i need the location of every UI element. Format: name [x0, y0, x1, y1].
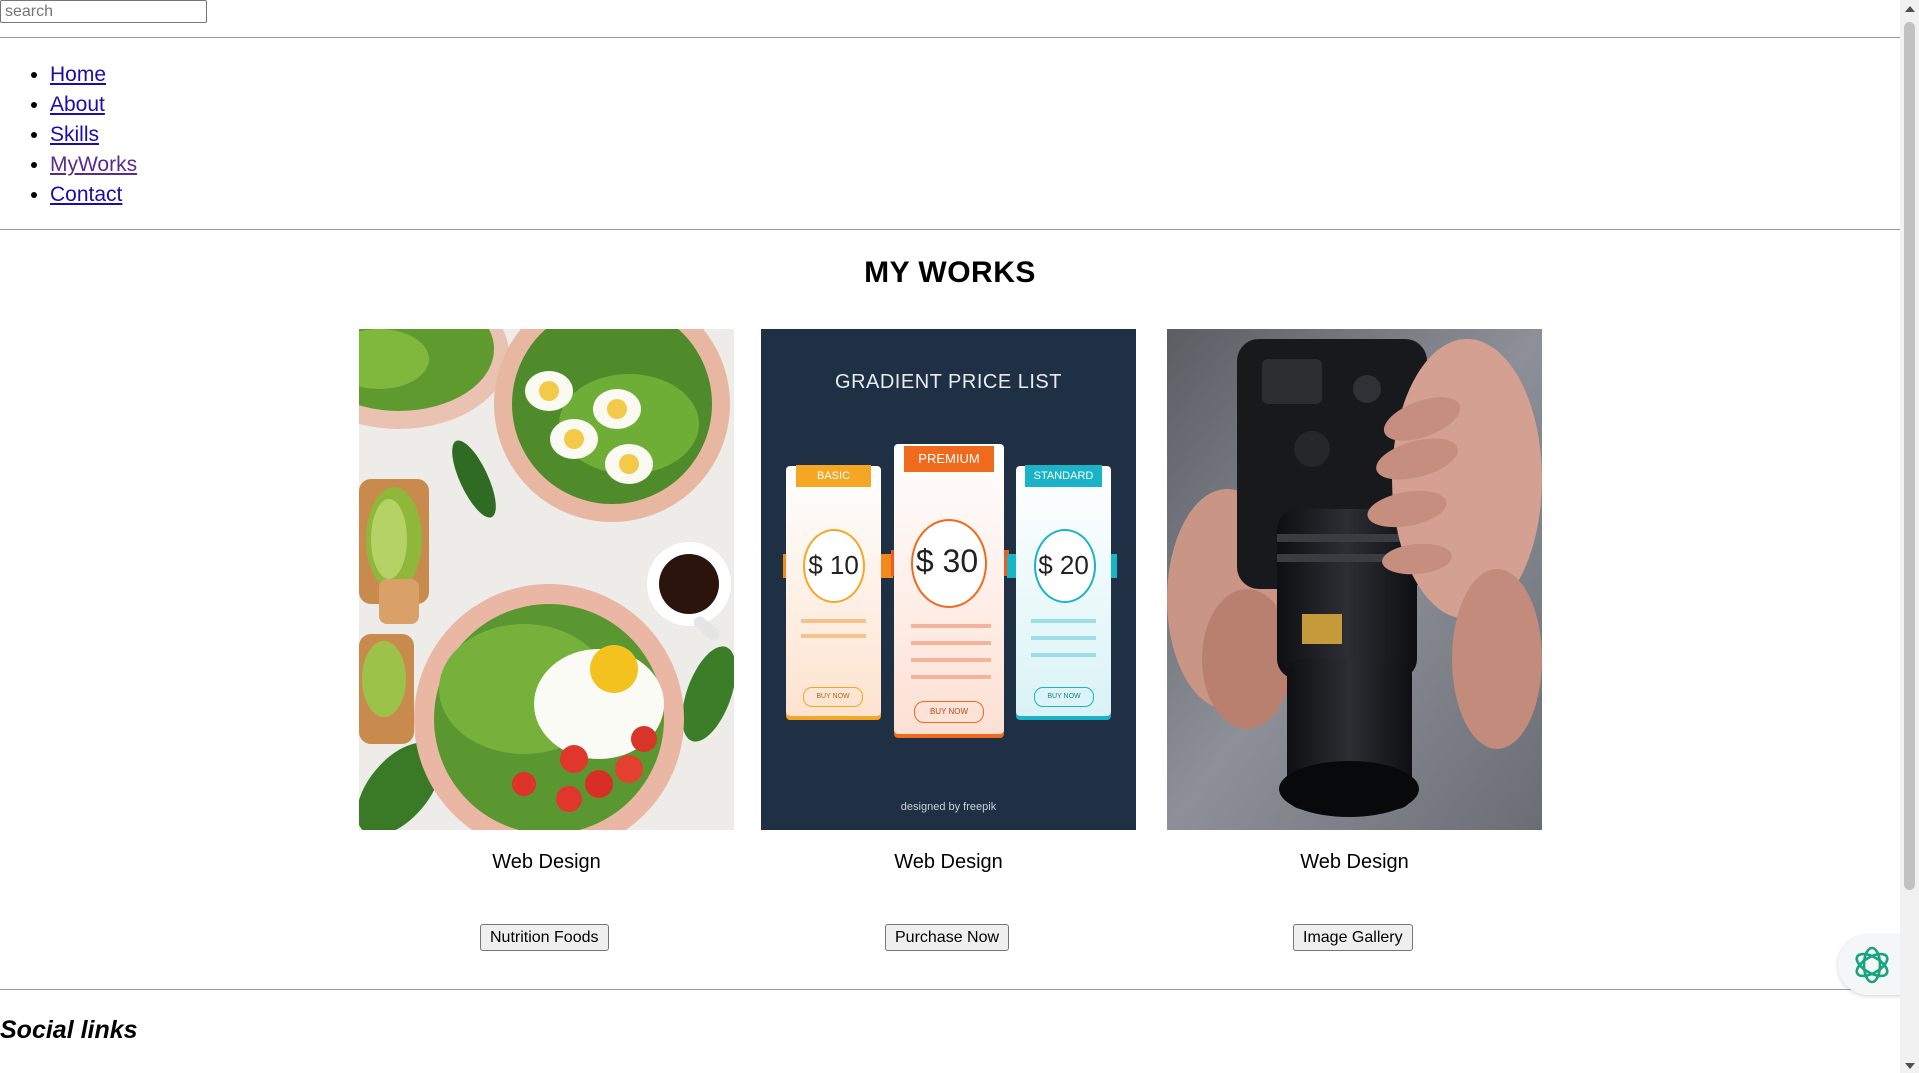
- section-title: MY WORKS: [864, 256, 1036, 289]
- plan-price: $ 30: [915, 543, 979, 579]
- divider: [0, 989, 1900, 990]
- nav-link-contact[interactable]: Contact: [50, 183, 122, 206]
- divider: [0, 37, 1900, 38]
- plan-name: STANDARD: [1025, 465, 1102, 487]
- plan-name: PREMIUM: [904, 446, 994, 472]
- nav-link-skills[interactable]: Skills: [50, 123, 99, 146]
- nutrition-foods-button[interactable]: Nutrition Foods: [480, 924, 609, 951]
- plan-cta: BUY NOW: [803, 687, 863, 707]
- assistant-button[interactable]: [1838, 935, 1908, 995]
- nav-item-about: About: [50, 90, 137, 120]
- nav-item-skills: Skills: [50, 120, 137, 150]
- plan-price: $ 10: [808, 550, 859, 580]
- nav-link-home[interactable]: Home: [50, 63, 106, 86]
- plan-cta: BUY NOW: [1034, 687, 1094, 707]
- vertical-scrollbar[interactable]: [1900, 0, 1919, 1073]
- assistant-icon: [1855, 946, 1889, 984]
- poster-credit: designed by freepik: [900, 801, 997, 813]
- scroll-up-arrow-icon[interactable]: [1905, 6, 1915, 12]
- scroll-thumb[interactable]: [1904, 22, 1915, 890]
- nav-item-myworks: MyWorks: [50, 150, 137, 180]
- poster-heading: GRADIENT PRICE LIST: [835, 371, 1062, 393]
- plan-cta: BUY NOW: [914, 701, 984, 723]
- card-caption: Web Design: [1300, 851, 1409, 873]
- purchase-now-button[interactable]: Purchase Now: [885, 924, 1010, 951]
- nav-item-home: Home: [50, 60, 137, 90]
- card-caption: Web Design: [894, 851, 1003, 873]
- nav-link-myworks[interactable]: MyWorks: [50, 153, 137, 176]
- scroll-down-arrow-icon[interactable]: [1905, 1063, 1915, 1069]
- nav-link-about[interactable]: About: [50, 93, 105, 116]
- page: Home About Skills MyWorks Contact MY WOR…: [0, 0, 1900, 1073]
- social-links-heading: Social links: [0, 1016, 138, 1044]
- image-gallery-button[interactable]: Image Gallery: [1293, 924, 1413, 951]
- plan-price: $ 20: [1038, 550, 1089, 580]
- divider: [0, 229, 1900, 230]
- camera-photo-icon: [1167, 329, 1542, 830]
- price-list-icon: GRADIENT PRICE LIST BASIC $ 10 BUY NOW P…: [761, 329, 1136, 830]
- main-nav: Home About Skills MyWorks Contact: [0, 60, 137, 210]
- plan-name: BASIC: [796, 465, 871, 487]
- card-caption: Web Design: [492, 851, 601, 873]
- food-photo-icon: [359, 329, 734, 830]
- search-input[interactable]: [0, 0, 207, 23]
- nav-item-contact: Contact: [50, 180, 137, 210]
